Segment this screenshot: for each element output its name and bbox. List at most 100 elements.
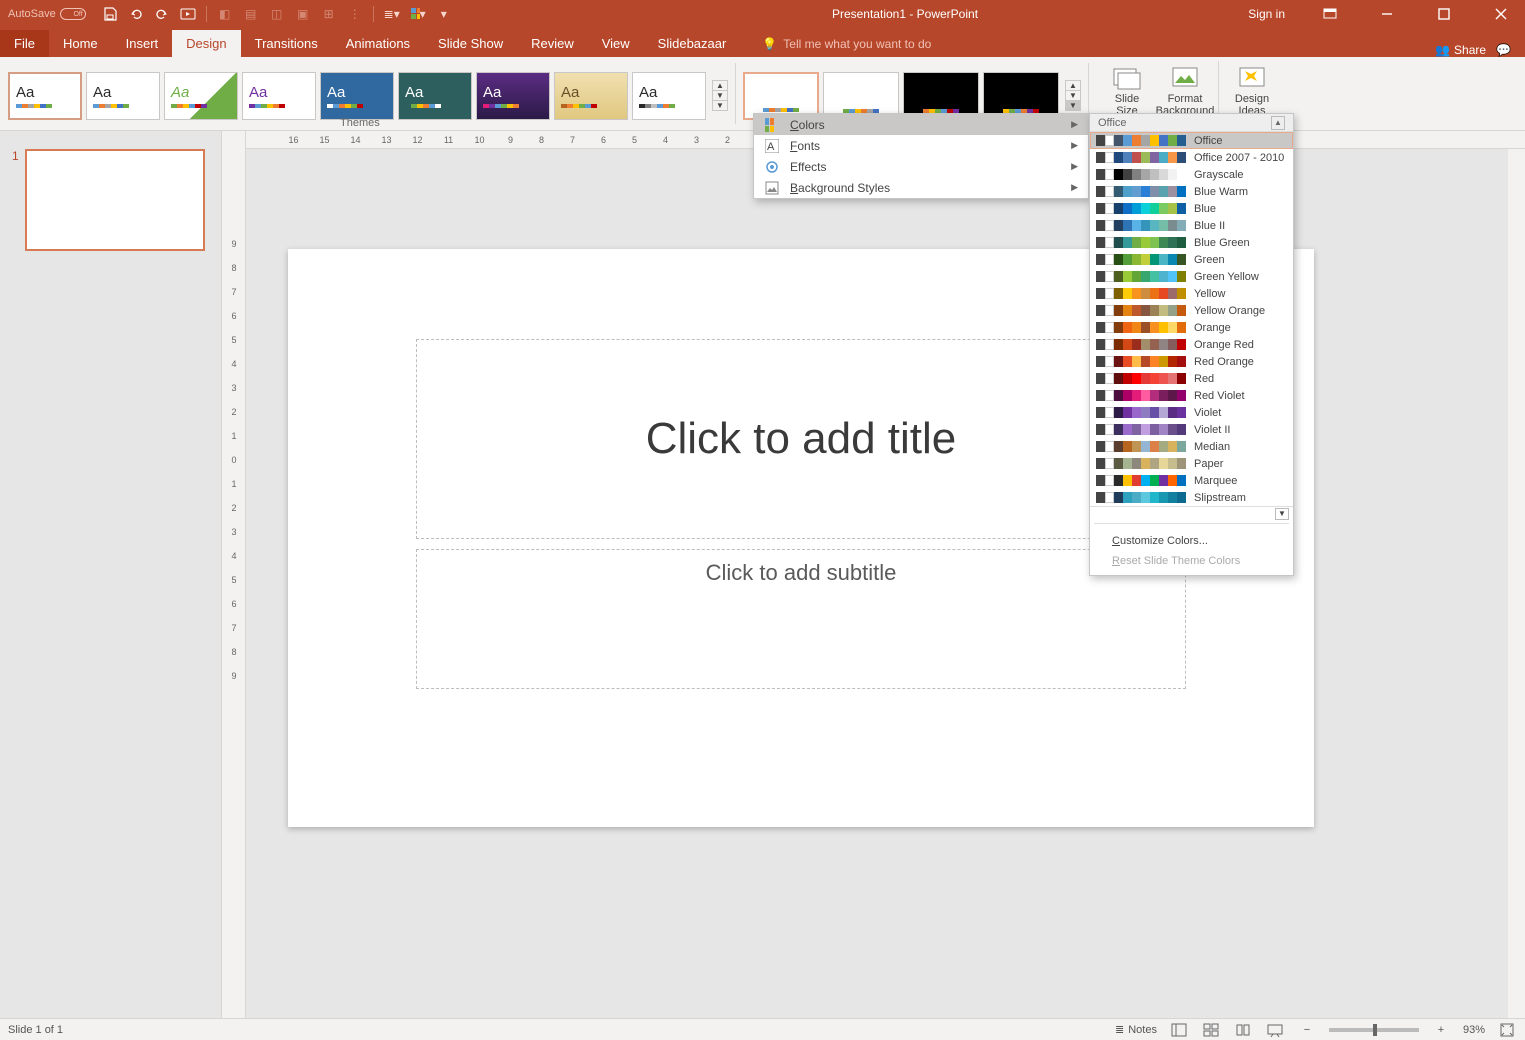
close-icon[interactable]	[1478, 0, 1523, 28]
color-scheme-label: Red Violet	[1194, 390, 1245, 402]
theme-thumb-2[interactable]: Aa	[86, 72, 160, 120]
color-scheme-red-violet[interactable]: Red Violet	[1090, 387, 1293, 404]
theme-thumb-8[interactable]: Aa	[554, 72, 628, 120]
qat-icon-4[interactable]: ▣	[295, 6, 311, 22]
vertical-scrollbar[interactable]	[1508, 149, 1525, 1018]
color-scheme-yellow-orange[interactable]: Yellow Orange	[1090, 302, 1293, 319]
qat-icon-6[interactable]: ⋮	[347, 6, 363, 22]
themes-scroll: ▲ ▼ ▼	[712, 80, 728, 111]
color-scheme-slipstream[interactable]: Slipstream	[1090, 489, 1293, 506]
color-scheme-green-yellow[interactable]: Green Yellow	[1090, 268, 1293, 285]
tab-transitions[interactable]: Transitions	[241, 30, 332, 57]
tab-review[interactable]: Review	[517, 30, 588, 57]
signin-link[interactable]: Sign in	[1238, 7, 1295, 21]
color-scheme-blue-green[interactable]: Blue Green	[1090, 234, 1293, 251]
qat-icon-7[interactable]: ≣▾	[384, 6, 400, 22]
tab-slideshow[interactable]: Slide Show	[424, 30, 517, 57]
menu-effects[interactable]: Effects ▶	[754, 156, 1088, 177]
color-scheme-blue-warm[interactable]: Blue Warm	[1090, 183, 1293, 200]
zoom-level[interactable]: 93%	[1463, 1024, 1485, 1036]
slide-thumb-mini[interactable]	[25, 149, 205, 251]
title-placeholder[interactable]: Click to add title	[416, 339, 1186, 539]
theme-thumb-3[interactable]: Aa	[164, 72, 238, 120]
theme-thumb-office[interactable]: Aa	[8, 72, 82, 120]
tab-insert[interactable]: Insert	[112, 30, 173, 57]
color-scheme-office[interactable]: Office	[1090, 132, 1293, 149]
slide-thumbnail-1[interactable]: 1	[12, 149, 209, 251]
undo-icon[interactable]	[128, 6, 144, 22]
qat-more-icon[interactable]: ▾	[436, 6, 452, 22]
themes-scroll-up-icon[interactable]: ▲	[713, 81, 727, 91]
color-scheme-marquee[interactable]: Marquee	[1090, 472, 1293, 489]
qat-icon-3[interactable]: ◫	[269, 6, 285, 22]
fit-to-window-icon[interactable]	[1497, 1022, 1517, 1038]
zoom-out-button[interactable]: −	[1297, 1022, 1317, 1038]
zoom-slider[interactable]	[1329, 1028, 1419, 1032]
ribbon-display-icon[interactable]	[1307, 0, 1352, 28]
color-scheme-violet-ii[interactable]: Violet II	[1090, 421, 1293, 438]
color-scheme-green[interactable]: Green	[1090, 251, 1293, 268]
touchmode-icon[interactable]: ◧	[217, 6, 233, 22]
color-scheme-red[interactable]: Red	[1090, 370, 1293, 387]
color-scheme-red-orange[interactable]: Red Orange	[1090, 353, 1293, 370]
color-scheme-label: Violet II	[1194, 424, 1231, 436]
color-scheme-paper[interactable]: Paper	[1090, 455, 1293, 472]
autosave-toggle[interactable]: AutoSave Off	[8, 8, 86, 20]
zoom-in-button[interactable]: +	[1431, 1022, 1451, 1038]
menu-colors[interactable]: Colors ▶	[754, 114, 1088, 135]
tab-file[interactable]: File	[0, 30, 49, 57]
color-scheme-blue-ii[interactable]: Blue II	[1090, 217, 1293, 234]
tab-design[interactable]: Design	[172, 30, 240, 57]
menu-background-styles[interactable]: Background Styles ▶	[754, 177, 1088, 198]
variants-scroll-up-icon[interactable]: ▲	[1066, 81, 1080, 91]
theme-thumb-9[interactable]: Aa	[632, 72, 706, 120]
scroll-down-icon[interactable]: ▼	[1275, 508, 1289, 520]
normal-view-icon[interactable]	[1169, 1022, 1189, 1038]
slide-thumbnail-panel: 1	[0, 131, 222, 1018]
scroll-up-icon[interactable]: ▲	[1271, 116, 1285, 130]
qat-icon-2[interactable]: ▤	[243, 6, 259, 22]
variants-more-icon[interactable]: ▼	[1066, 101, 1080, 110]
color-scheme-office-2007-2010[interactable]: Office 2007 - 2010	[1090, 149, 1293, 166]
save-icon[interactable]	[102, 6, 118, 22]
color-scheme-label: Violet	[1194, 407, 1221, 419]
startfromtop-icon[interactable]	[180, 6, 196, 22]
themes-scroll-down-icon[interactable]: ▼	[713, 91, 727, 101]
color-scheme-orange[interactable]: Orange	[1090, 319, 1293, 336]
subtitle-placeholder[interactable]: Click to add subtitle	[416, 549, 1186, 689]
tab-home[interactable]: Home	[49, 30, 112, 57]
color-scheme-grayscale[interactable]: Grayscale	[1090, 166, 1293, 183]
color-scheme-blue[interactable]: Blue	[1090, 200, 1293, 217]
swatch-strip	[1096, 203, 1186, 214]
share-button[interactable]: 👥 Share	[1435, 43, 1486, 57]
autosave-pill[interactable]: Off	[60, 8, 86, 20]
comments-icon[interactable]: 💬	[1496, 43, 1511, 57]
theme-thumb-6[interactable]: Aa	[398, 72, 472, 120]
color-scheme-median[interactable]: Median	[1090, 438, 1293, 455]
theme-thumb-7[interactable]: Aa	[476, 72, 550, 120]
swatch-strip	[1096, 339, 1186, 350]
slideshow-view-icon[interactable]	[1265, 1022, 1285, 1038]
reading-view-icon[interactable]	[1233, 1022, 1253, 1038]
qat-icon-5[interactable]: ⊞	[321, 6, 337, 22]
theme-thumb-5[interactable]: Aa	[320, 72, 394, 120]
tab-animations[interactable]: Animations	[332, 30, 424, 57]
minimize-icon[interactable]	[1364, 0, 1409, 28]
color-scheme-violet[interactable]: Violet	[1090, 404, 1293, 421]
maximize-icon[interactable]	[1421, 0, 1466, 28]
color-scheme-yellow[interactable]: Yellow	[1090, 285, 1293, 302]
themes-more-icon[interactable]: ▼	[713, 101, 727, 110]
menu-fonts[interactable]: A Fonts ▶	[754, 135, 1088, 156]
notes-button[interactable]: ≣ Notes	[1115, 1023, 1157, 1036]
theme-thumb-4[interactable]: Aa	[242, 72, 316, 120]
color-scheme-orange-red[interactable]: Orange Red	[1090, 336, 1293, 353]
tab-slidebazaar[interactable]: Slidebazaar	[644, 30, 741, 57]
variants-scroll-down-icon[interactable]: ▼	[1066, 91, 1080, 101]
tellme-search[interactable]: 💡 Tell me what you want to do	[754, 31, 939, 57]
tab-view[interactable]: View	[588, 30, 644, 57]
redo-icon[interactable]	[154, 6, 170, 22]
format-bg-icon	[1170, 65, 1200, 91]
sorter-view-icon[interactable]	[1201, 1022, 1221, 1038]
customize-colors-item[interactable]: Customize Colors...	[1090, 531, 1293, 551]
qat-color-icon[interactable]: ▾	[410, 6, 426, 22]
